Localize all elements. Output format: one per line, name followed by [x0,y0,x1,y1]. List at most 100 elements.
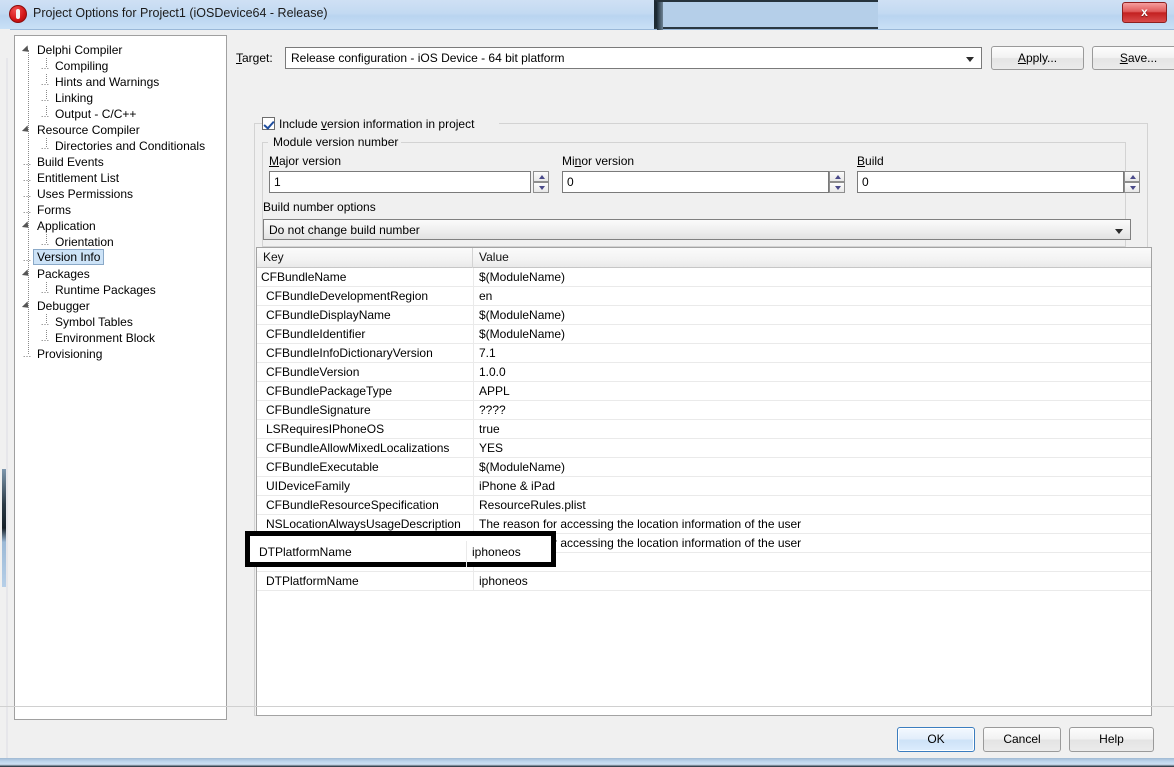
table-cell-key: CFBundlePackageType [266,384,392,398]
major-version-stepper-down[interactable] [533,182,549,193]
window-bottom-edge [0,758,1174,767]
tree-sub-spine [46,90,47,99]
sidebar-item-label: Version Info [33,249,104,265]
table-row[interactable]: CFBundleIdentifier$(ModuleName) [257,325,1151,344]
build-input[interactable]: 0 [857,171,1124,193]
minor-version-label: Minor version [562,154,634,168]
chevron-down-icon-build[interactable] [1115,229,1123,234]
save-button[interactable]: Save... [1092,46,1174,70]
build-stepper-down[interactable] [1124,182,1140,193]
table-row[interactable]: CFBundleInfoDictionaryVersion7.1 [257,344,1151,363]
sidebar-item-label: Orientation [55,234,114,250]
chevron-expand-icon[interactable] [22,45,31,54]
table-row[interactable]: CFBundleResourceSpecificationResourceRul… [257,496,1151,515]
table-cell-key: CFBundleDisplayName [266,308,391,322]
table-cell-key: CFBundleAllowMixedLocalizations [266,441,449,455]
highlight-column-separator [466,541,467,567]
table-row[interactable]: CFBundleVersion1.0.0 [257,363,1151,382]
table-cell-value: 7.1 [479,346,496,360]
table-row[interactable]: CFBundleDevelopmentRegionen [257,287,1151,306]
target-combobox[interactable]: Release configuration - iOS Device - 64 … [285,47,982,69]
chevron-down-icon[interactable] [966,57,974,62]
tree-branch-icon: … [39,234,51,250]
major-version-stepper-up[interactable] [533,171,549,182]
module-version-group-label: Module version number [270,135,401,149]
tree-branch-icon: … [39,282,51,298]
tree-branch-icon: … [39,138,51,154]
tree-sub-spine [46,314,47,323]
sidebar-item-packages[interactable]: Packages [15,266,226,282]
build-stepper-up[interactable] [1124,171,1140,182]
sidebar-item-uses-permissions[interactable]: …Uses Permissions [15,186,226,202]
table-cell-value: iPhone & iPad [479,479,555,493]
sidebar-item-version-info[interactable]: …Version Info [15,250,226,266]
grid-column-separator [473,287,474,306]
table-cell-key: CFBundleIdentifier [266,327,365,341]
grid-column-separator [473,306,474,325]
table-cell-value: ???? [479,403,506,417]
highlight-key: DTPlatformName [259,545,352,559]
table-row[interactable]: DTPlatformName iphoneos [257,572,1151,591]
version-info-grid[interactable]: Key Value CFBundleName$(ModuleName)CFBun… [256,247,1152,716]
include-version-checkbox[interactable] [262,117,275,130]
sidebar-item-label: Hints and Warnings [55,74,159,90]
apply-button-label-rest: pply... [1026,51,1057,65]
apply-button[interactable]: Apply... [991,46,1084,70]
options-right-pane: Target: Release configuration - iOS Devi… [236,35,1161,720]
chevron-expand-icon[interactable] [22,269,31,278]
tree-sub-spine [46,234,47,243]
table-row[interactable]: CFBundleDisplayName$(ModuleName) [257,306,1151,325]
sidebar-item-label: Linking [55,90,93,106]
chevron-expand-icon[interactable] [22,301,31,310]
sidebar-item-entitlement-list[interactable]: …Entitlement List [15,170,226,186]
target-label: Target: [236,51,273,65]
sidebar-item-application[interactable]: Application [15,218,226,234]
table-row[interactable]: CFBundleAllowMixedLocalizationsYES [257,439,1151,458]
sidebar-item-debugger[interactable]: Debugger [15,298,226,314]
tree-branch-icon: … [39,106,51,122]
chevron-expand-icon[interactable] [22,125,31,134]
table-cell-key: DTPlatformName [266,574,359,588]
major-version-input[interactable]: 1 [269,171,531,193]
grid-column-separator [473,344,474,363]
table-row[interactable]: CFBundleSignature???? [257,401,1151,420]
table-row[interactable]: LSRequiresIPhoneOStrue [257,420,1151,439]
background-window-edge-artifact [654,0,878,29]
minor-version-stepper-down[interactable] [829,182,845,193]
table-cell-value: true [479,422,500,436]
cancel-button[interactable]: Cancel [983,727,1061,752]
sidebar-item-build-events[interactable]: …Build Events [15,154,226,170]
options-tree[interactable]: Delphi Compiler…Compiling…Hints and Warn… [14,35,227,720]
sidebar-item-label: Symbol Tables [55,314,133,330]
table-row[interactable]: UIDeviceFamilyiPhone & iPad [257,477,1151,496]
major-version-stepper[interactable] [533,171,549,193]
close-icon[interactable]: x [1122,2,1167,23]
table-row[interactable]: CFBundlePackageTypeAPPL [257,382,1151,401]
grid-column-separator [473,477,474,496]
help-button[interactable]: Help [1069,727,1154,752]
grid-column-header-value[interactable]: Value [473,248,1151,268]
minor-version-stepper[interactable] [829,171,845,193]
sidebar-item-label: Entitlement List [37,170,119,186]
minor-version-stepper-up[interactable] [829,171,845,182]
build-number-options-combobox[interactable]: Do not change build number [263,219,1131,240]
sidebar-item-provisioning[interactable]: …Provisioning [15,346,226,362]
sidebar-item-forms[interactable]: …Forms [15,202,226,218]
grid-column-separator [473,401,474,420]
table-cell-value: ResourceRules.plist [479,498,586,512]
table-row[interactable]: CFBundleName$(ModuleName) [257,268,1151,287]
table-row[interactable]: CFBundleExecutable$(ModuleName) [257,458,1151,477]
table-cell-value: iphoneos [479,574,528,588]
tree-branch-icon: … [39,314,51,330]
sidebar-item-label: Provisioning [37,346,102,362]
minor-version-input[interactable]: 0 [562,171,829,193]
build-stepper[interactable] [1124,171,1140,193]
sidebar-item-resource-compiler[interactable]: Resource Compiler [15,122,226,138]
chevron-expand-icon[interactable] [22,221,31,230]
sidebar-item-delphi-compiler[interactable]: Delphi Compiler [15,42,226,58]
project-options-dialog: Project Options for Project1 (iOSDevice6… [0,0,1174,767]
grid-column-header-key[interactable]: Key [257,248,473,268]
sidebar-item-label: Build Events [37,154,104,170]
ok-button[interactable]: OK [897,727,975,752]
grid-column-separator [473,572,474,591]
